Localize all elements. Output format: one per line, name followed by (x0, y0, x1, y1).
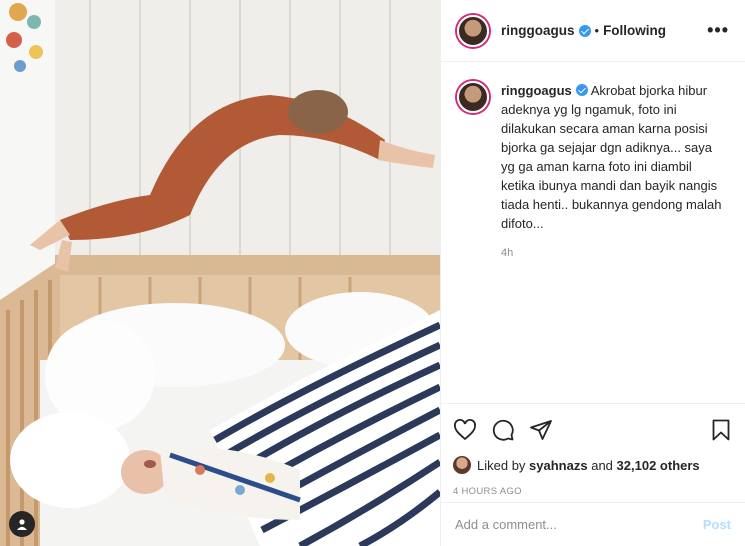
caption-row: ringgoagus Akrobat bjorka hibur adeknya … (457, 81, 729, 233)
likes-prefix: Liked by (477, 457, 526, 473)
comment-icon[interactable] (491, 418, 515, 442)
liker-avatar[interactable] (453, 456, 471, 474)
header-username[interactable]: ringgoagus (501, 23, 575, 38)
likes-line: Liked by syahnazs and 32,102 others (453, 456, 733, 474)
photo-illustration (0, 0, 440, 546)
heart-icon[interactable] (453, 418, 477, 442)
caption-avatar[interactable] (457, 81, 489, 113)
following-button[interactable]: Following (603, 23, 666, 38)
caption-text: Akrobat bjorka hibur adeknya yg lg ngamu… (501, 83, 722, 231)
post-photo[interactable] (0, 0, 440, 546)
bookmark-icon[interactable] (709, 418, 733, 442)
liker-username[interactable]: syahnazs (529, 458, 588, 473)
post-comment-button[interactable]: Post (703, 517, 731, 532)
action-icons (453, 416, 733, 444)
likes-count[interactable]: 32,102 others (617, 458, 700, 473)
user-tag-icon[interactable] (9, 511, 35, 537)
avatar[interactable] (457, 14, 489, 47)
caption: ringgoagus Akrobat bjorka hibur adeknya … (501, 81, 726, 233)
post-header: ringgoagus • Following ••• (441, 0, 745, 62)
post-actions: Liked by syahnazs and 32,102 others 4 HO… (441, 403, 745, 497)
share-icon[interactable] (529, 418, 553, 442)
more-options-icon[interactable]: ••• (707, 20, 729, 41)
separator-dot: • (594, 23, 600, 38)
verified-icon (578, 24, 591, 37)
caption-username[interactable]: ringgoagus (501, 83, 572, 98)
caption-verified-icon (575, 84, 588, 96)
post-timestamp[interactable]: 4 HOURS AGO (453, 486, 733, 497)
caption-age: 4h (501, 247, 514, 259)
comment-input[interactable] (455, 517, 703, 532)
likes-and: and (591, 457, 613, 473)
add-comment-bar: Post (441, 502, 745, 546)
post-side-panel: ringgoagus • Following ••• ringgoagus Ak… (440, 0, 745, 546)
comments-area: ringgoagus Akrobat bjorka hibur adeknya … (441, 63, 745, 403)
